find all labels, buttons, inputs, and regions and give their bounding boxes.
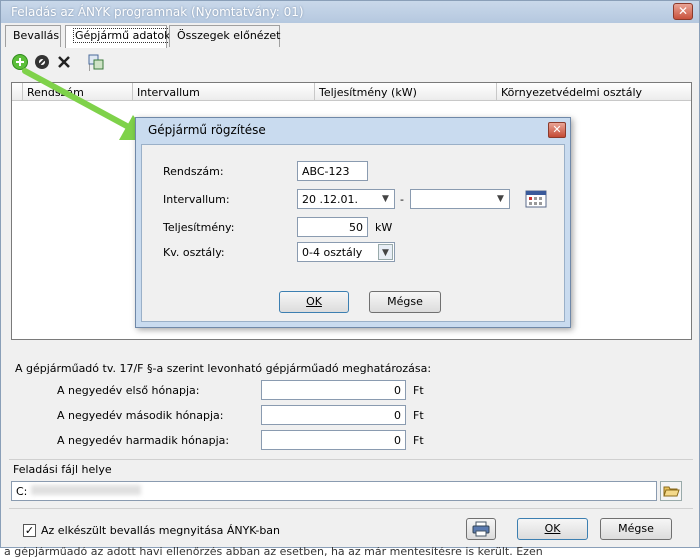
file-path-field[interactable]: C: [11,481,657,501]
intervallum-dash: - [400,193,404,206]
dialog-cancel-button[interactable]: Mégse [369,291,441,313]
section-divider [9,459,693,460]
intervallum-to-field[interactable]: ▼ [410,189,510,209]
deduction-heading: A gépjárműadó tv. 17/F §-a szerint levon… [15,362,432,375]
deduction-row-3-field[interactable]: 0 [261,430,406,450]
print-button[interactable] [466,518,496,540]
deduction-row-3-unit: Ft [413,434,424,447]
teljesitmeny-field[interactable]: 50 [297,217,368,237]
calendar-icon [525,190,547,208]
file-path-redacted [30,485,141,495]
background-document-text: a gépjárműadó az adott havi ellenőrzés a… [4,547,543,557]
calendar-button[interactable] [525,189,547,209]
intervallum-from-value: 20 .12.01. [302,193,358,206]
kv-osztaly-label: Kv. osztály: [163,246,225,259]
deduction-row-1-label: A negyedév első hónapja: [57,384,200,397]
dialog-ok-button[interactable]: OK [279,291,349,313]
deduction-row-2-field[interactable]: 0 [261,405,406,425]
deduction-row-2-label: A negyedév második hónapja: [57,409,224,422]
footer-ok-button[interactable]: OK [517,518,588,540]
vehicle-entry-dialog: Gépjármű rögzítése ✕ Rendszám: ABC-123 I… [135,117,571,328]
teljesitmeny-unit: kW [375,221,393,234]
check-icon: ✓ [24,524,35,537]
dialog-body: Rendszám: ABC-123 Intervallum: 20 .12.01… [141,144,565,322]
rendszam-field[interactable]: ABC-123 [297,161,368,181]
deduction-row-1-field[interactable]: 0 [261,380,406,400]
footer-cancel-label: Mégse [618,522,654,535]
teljesitmeny-label: Teljesítmény: [163,221,235,234]
deduction-row-3-label: A negyedév harmadik hónapja: [57,434,230,447]
deduction-row-2-unit: Ft [413,409,424,422]
arrow-shaft [22,68,139,134]
footer-cancel-button[interactable]: Mégse [600,518,672,540]
browse-folder-button[interactable] [660,481,682,501]
open-in-anyk-checkbox[interactable]: ✓ [23,524,36,537]
kv-osztaly-value: 0-4 osztály [302,246,363,259]
chevron-down-icon[interactable]: ▼ [378,191,393,207]
deduction-row-1-unit: Ft [413,384,424,397]
file-location-heading: Feladási fájl helye [13,463,112,476]
file-path-prefix: C: [16,485,28,498]
open-in-anyk-label: Az elkészült bevallás megnyitása ÁNYK-ba… [41,524,281,537]
dialog-ok-label: OK [306,295,322,308]
dialog-cancel-label: Mégse [387,295,423,308]
chevron-down-icon[interactable]: ▼ [378,244,393,260]
open-folder-icon [663,486,680,497]
chevron-down-icon[interactable]: ▼ [493,191,508,207]
kv-osztaly-select[interactable]: 0-4 osztály ▼ [297,242,395,262]
intervallum-from-field[interactable]: 20 .12.01. ▼ [297,189,395,209]
intervallum-label: Intervallum: [163,193,230,206]
dialog-close-button[interactable]: ✕ [548,122,566,138]
printer-icon [472,521,490,537]
footer-divider [9,508,693,509]
rendszam-label: Rendszám: [163,165,224,178]
footer-ok-label: OK [544,522,561,535]
dialog-title: Gépjármű rögzítése [148,123,266,137]
main-window: Feladás az ÁNYK programnak (Nyomtatvány:… [0,0,700,548]
